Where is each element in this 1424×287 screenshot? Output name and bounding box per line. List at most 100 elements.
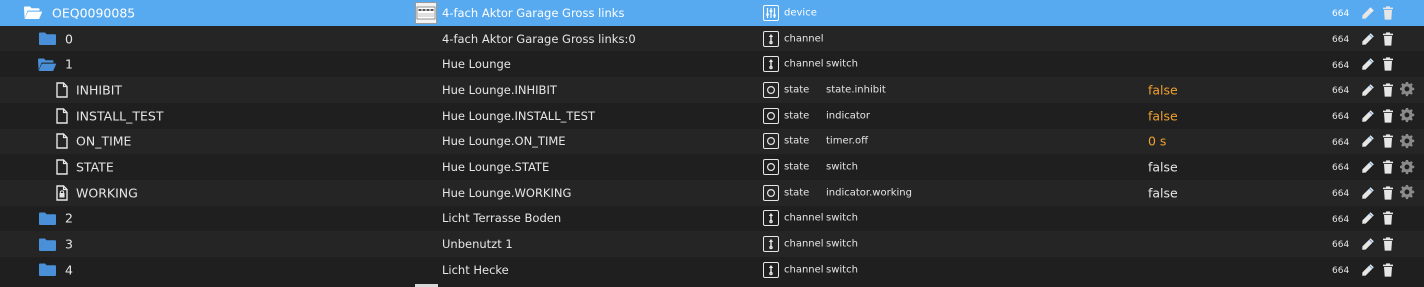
object-value[interactable]: false: [1148, 185, 1178, 200]
object-name: 4-fach Aktor Garage Gross links: [442, 5, 625, 20]
object-name: Hue Lounge.INSTALL_TEST: [442, 108, 595, 123]
folder-icon[interactable]: [36, 236, 58, 252]
file-lock-icon: [51, 185, 73, 201]
gear-icon: [1399, 185, 1415, 200]
delete-button[interactable]: [1379, 55, 1397, 73]
edit-button[interactable]: [1359, 4, 1377, 22]
object-acl: 664: [1332, 60, 1350, 71]
object-role: switch: [826, 212, 858, 224]
delete-button[interactable]: [1379, 4, 1397, 22]
channel-icon: [763, 236, 779, 253]
tree-row-0[interactable]: 0 4-fach Aktor Garage Gross links:0 chan…: [0, 25, 1424, 52]
tree-row-state[interactable]: STATE Hue Lounge.STATE state switch fals…: [0, 154, 1424, 180]
tree-row-4[interactable]: 4 Licht Hecke channel switch 664: [0, 257, 1424, 283]
pencil-icon: [1361, 32, 1375, 46]
delete-button[interactable]: [1379, 184, 1397, 202]
object-role: switch: [826, 238, 858, 250]
edit-button[interactable]: [1359, 55, 1377, 73]
delete-button[interactable]: [1379, 209, 1397, 227]
object-id: INSTALL_TEST: [76, 108, 164, 124]
edit-button[interactable]: [1359, 30, 1377, 48]
object-name: 4-fach Aktor Garage Gross links:0: [442, 31, 636, 46]
delete-button[interactable]: [1379, 132, 1397, 150]
edit-button[interactable]: [1359, 209, 1377, 227]
object-id: OEQ0090085: [52, 5, 136, 21]
delete-button[interactable]: [1379, 107, 1397, 125]
object-type: state: [784, 135, 810, 147]
trash-icon: [1382, 31, 1394, 46]
tree-row-1[interactable]: 1 Hue Lounge channel switch 664: [0, 51, 1424, 77]
delete-button[interactable]: [1379, 81, 1397, 99]
object-role: indicator: [826, 110, 871, 122]
tree-row-on-time[interactable]: ON_TIME Hue Lounge.ON_TIME state timer.o…: [0, 128, 1424, 155]
file-icon: [51, 133, 73, 150]
device-thumbnail: [415, 2, 437, 24]
object-name: Licht Hecke: [442, 262, 509, 277]
object-type: state: [784, 84, 810, 96]
object-name: Unbenutzt 1: [442, 237, 513, 252]
gear-icon: [1399, 82, 1415, 97]
state-icon: [763, 159, 779, 176]
pencil-icon: [1361, 186, 1375, 200]
edit-button[interactable]: [1359, 81, 1377, 99]
settings-button[interactable]: [1398, 158, 1416, 176]
object-name: Hue Lounge.INHIBIT: [442, 82, 557, 97]
object-type: channel: [784, 212, 824, 224]
edit-button[interactable]: [1359, 261, 1377, 279]
object-type: state: [784, 187, 810, 199]
settings-button[interactable]: [1398, 81, 1416, 99]
folder-icon[interactable]: [36, 210, 58, 226]
pencil-icon: [1361, 134, 1375, 148]
trash-icon: [1382, 83, 1394, 97]
edit-button[interactable]: [1359, 132, 1377, 150]
delete-button[interactable]: [1379, 30, 1397, 48]
object-value[interactable]: false: [1148, 108, 1178, 123]
object-value[interactable]: false: [1148, 82, 1178, 97]
trash-icon: [1382, 211, 1394, 226]
delete-button[interactable]: [1379, 158, 1397, 176]
object-acl: 664: [1332, 111, 1350, 122]
folder-icon[interactable]: [36, 262, 58, 278]
state-icon: [763, 184, 779, 201]
settings-button[interactable]: [1398, 132, 1416, 150]
object-id: 1: [65, 56, 73, 72]
tree-row-2[interactable]: 2 Licht Terrasse Boden channel switch 66…: [0, 206, 1424, 232]
folder-open-icon[interactable]: [22, 5, 44, 21]
edit-button[interactable]: [1359, 158, 1377, 176]
object-value[interactable]: false: [1148, 160, 1178, 175]
tree-row-working[interactable]: WORKING Hue Lounge.WORKING state indicat…: [0, 179, 1424, 206]
object-type: channel: [784, 264, 824, 276]
folder-icon[interactable]: [36, 31, 58, 47]
edit-button[interactable]: [1359, 235, 1377, 253]
settings-button[interactable]: [1398, 107, 1416, 125]
tree-row-3[interactable]: 3 Unbenutzt 1 channel switch 664: [0, 231, 1424, 257]
settings-button[interactable]: [1398, 184, 1416, 202]
delete-button[interactable]: [1379, 235, 1397, 253]
object-name: Hue Lounge.WORKING: [442, 185, 572, 200]
pencil-icon: [1361, 83, 1375, 97]
gear-icon: [1399, 108, 1415, 123]
edit-button[interactable]: [1359, 107, 1377, 125]
object-name: Hue Lounge: [442, 57, 511, 72]
state-icon: [763, 81, 779, 98]
object-type: state: [784, 161, 810, 173]
object-role: switch: [826, 161, 858, 173]
delete-button[interactable]: [1379, 261, 1397, 279]
object-value[interactable]: 0 s: [1148, 134, 1166, 149]
object-id: 3: [65, 236, 73, 252]
channel-icon: [763, 56, 779, 73]
edit-button[interactable]: [1359, 184, 1377, 202]
object-id: 4: [65, 262, 73, 278]
folder-open-icon[interactable]: [36, 56, 58, 72]
tree-row-inhibit[interactable]: INHIBIT Hue Lounge.INHIBIT state state.i…: [0, 77, 1424, 103]
trash-icon: [1382, 237, 1394, 251]
tree-row-install-test[interactable]: INSTALL_TEST Hue Lounge.INSTALL_TEST sta…: [0, 103, 1424, 129]
tree-row-oeq0090085[interactable]: OEQ0090085 4-fach Aktor Garage Gross lin…: [0, 0, 1424, 26]
channel-icon: [763, 210, 779, 227]
object-id: WORKING: [76, 185, 138, 201]
object-role: switch: [826, 264, 858, 276]
object-id: STATE: [76, 159, 114, 175]
object-id: ON_TIME: [76, 133, 132, 149]
object-role: state.inhibit: [826, 84, 886, 96]
pencil-icon: [1361, 109, 1375, 123]
